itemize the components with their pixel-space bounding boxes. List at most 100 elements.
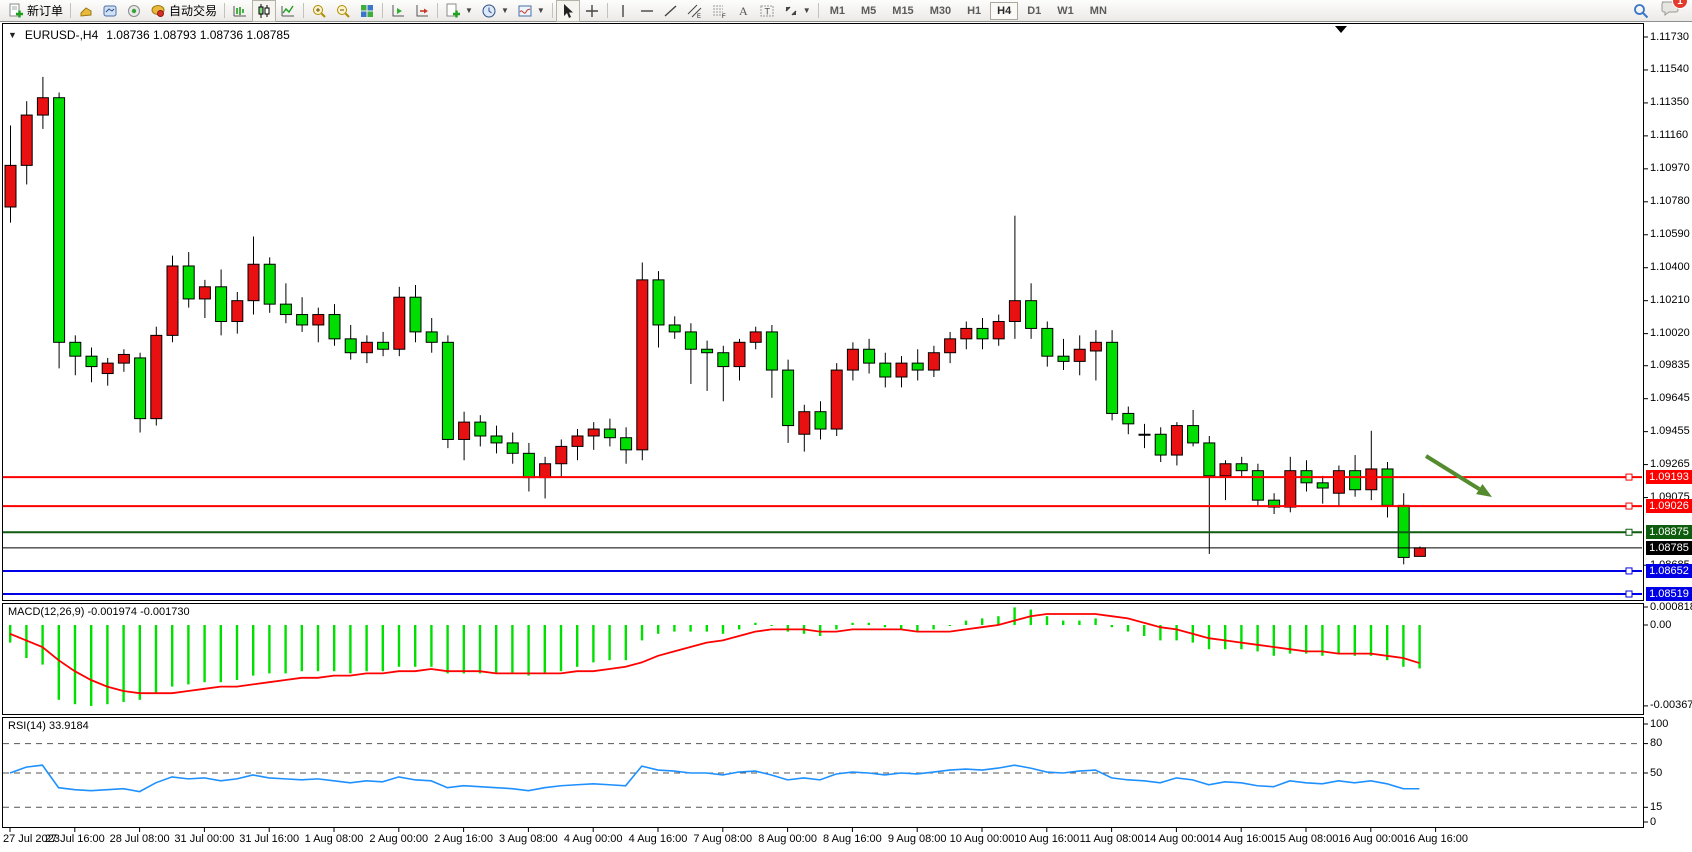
trendline-icon — [663, 3, 679, 19]
zoom-out-button[interactable] — [331, 0, 355, 22]
data-window-button[interactable] — [98, 0, 122, 22]
periods-button[interactable]: ▼ — [477, 0, 513, 22]
price-line-tag: 1.08785 — [1646, 541, 1692, 555]
date-axis-label: 14 Aug 00:00 — [1144, 833, 1209, 845]
timeframe-group: M1M5M15M30H1H4D1W1MN — [822, 2, 1115, 20]
indicators-icon — [517, 3, 533, 19]
date-axis-label: 7 Aug 08:00 — [693, 833, 752, 845]
rsi-axis-tick: 15 — [1650, 801, 1662, 814]
date-axis-label: 27 Jul 16:00 — [45, 833, 105, 845]
timeframe-w1[interactable]: W1 — [1050, 2, 1081, 20]
timeframe-m30[interactable]: M30 — [923, 2, 958, 20]
chart-title[interactable]: ▼ EURUSD-,H4 1.08736 1.08793 1.08736 1.0… — [8, 28, 290, 42]
price-axis-tick: 1.11350 — [1650, 96, 1689, 109]
date-axis-label: 4 Aug 00:00 — [564, 833, 623, 845]
search-icon[interactable] — [1632, 2, 1650, 20]
macd-axis-tick: -0.003677 — [1650, 699, 1692, 712]
timeframe-mn[interactable]: MN — [1083, 2, 1114, 20]
zoom-out-icon — [335, 3, 351, 19]
main-chart-panel[interactable] — [2, 23, 1644, 601]
date-axis-label: 4 Aug 16:00 — [629, 833, 688, 845]
zoom-in-button[interactable] — [307, 0, 331, 22]
autotrade-button[interactable]: 自动交易 — [146, 0, 221, 22]
vertical-line-button[interactable] — [611, 0, 635, 22]
candlestick-button[interactable] — [252, 0, 276, 22]
price-line-tag: 1.09026 — [1646, 499, 1692, 513]
navigator-button[interactable] — [122, 0, 146, 22]
separator — [437, 3, 438, 18]
cursor-button[interactable] — [556, 0, 580, 22]
price-axis-tick: 1.11730 — [1650, 31, 1689, 44]
text-label-button[interactable]: T — [755, 0, 779, 22]
price-axis-tick: 1.08685 — [1650, 559, 1690, 572]
date-axis-label: 8 Aug 00:00 — [758, 833, 817, 845]
price-axis-tick: 1.10020 — [1650, 327, 1690, 340]
autotrade-icon — [150, 3, 166, 19]
date-axis-label: 11 Aug 08:00 — [1080, 833, 1144, 845]
arrows-icon — [783, 3, 799, 19]
symbol-period-label: EURUSD-,H4 — [25, 28, 98, 42]
date-axis-label: 3 Aug 08:00 — [499, 833, 558, 845]
date-axis-label: 10 Aug 00:00 — [950, 833, 1015, 845]
vertical-line-icon — [615, 3, 631, 19]
text-label-icon: T — [759, 3, 775, 19]
price-line-tag: 1.08875 — [1646, 525, 1692, 539]
macd-axis-tick: 0.00 — [1650, 619, 1671, 632]
rsi-panel[interactable] — [2, 717, 1644, 828]
horizontal-line-button[interactable] — [635, 0, 659, 22]
tile-windows-icon — [359, 3, 375, 19]
separator — [224, 3, 225, 18]
trendline-button[interactable] — [659, 0, 683, 22]
chart-shift-icon — [414, 3, 430, 19]
date-axis-label: 15 Aug 08:00 — [1274, 833, 1339, 845]
timeframe-m15[interactable]: M15 — [885, 2, 920, 20]
indicators-button[interactable]: ▼ — [513, 0, 549, 22]
new-template-button[interactable]: ▼ — [441, 0, 477, 22]
rsi-axis-tick: 50 — [1650, 767, 1662, 780]
data-window-icon — [102, 3, 118, 19]
timeframe-m1[interactable]: M1 — [823, 2, 852, 20]
ohlc-values: 1.08736 1.08793 1.08736 1.08785 — [106, 28, 290, 42]
channel-button[interactable]: E — [683, 0, 707, 22]
market-watch-button[interactable] — [74, 0, 98, 22]
price-axis-tick: 1.10970 — [1650, 162, 1690, 175]
chart-dropdown-icon[interactable]: ▼ — [8, 30, 17, 40]
timeframe-m5[interactable]: M5 — [854, 2, 883, 20]
macd-panel[interactable] — [2, 603, 1644, 715]
timeframe-d1[interactable]: D1 — [1020, 2, 1048, 20]
text-button[interactable]: A — [731, 0, 755, 22]
price-line-tag: 1.08652 — [1646, 564, 1692, 578]
new-order-button[interactable]: 新订单 — [4, 0, 67, 22]
date-axis-label: 31 Jul 00:00 — [174, 833, 234, 845]
price-axis-tick: 1.09645 — [1650, 392, 1690, 405]
chart-shift-button[interactable] — [410, 0, 434, 22]
chat-button[interactable]: 1 — [1660, 0, 1680, 22]
timeframe-h4[interactable]: H4 — [990, 2, 1018, 20]
separator — [552, 3, 553, 18]
line-chart-button[interactable] — [276, 0, 300, 22]
text-icon: A — [735, 3, 751, 19]
new-order-icon — [8, 3, 24, 19]
separator — [303, 3, 304, 18]
periods-icon — [481, 3, 497, 19]
price-axis-tick: 1.10780 — [1650, 195, 1690, 208]
separator — [382, 3, 383, 18]
auto-scroll-icon — [390, 3, 406, 19]
price-axis-tick: 1.10210 — [1650, 294, 1690, 307]
rsi-axis-tick: 0 — [1650, 816, 1656, 829]
date-axis-label: 16 Aug 16:00 — [1403, 833, 1468, 845]
crosshair-icon — [584, 3, 600, 19]
arrows-button[interactable]: ▼ — [779, 0, 815, 22]
market-watch-icon — [78, 3, 94, 19]
new-order-label: 新订单 — [27, 2, 63, 19]
bar-chart-button[interactable] — [228, 0, 252, 22]
svg-text:A: A — [739, 4, 748, 18]
tile-windows-button[interactable] — [355, 0, 379, 22]
cursor-icon — [560, 3, 576, 19]
crosshair-button[interactable] — [580, 0, 604, 22]
timeframe-h1[interactable]: H1 — [960, 2, 988, 20]
separator — [607, 3, 608, 18]
price-axis-tick: 1.11160 — [1650, 129, 1688, 142]
fibonacci-button[interactable]: F — [707, 0, 731, 22]
auto-scroll-button[interactable] — [386, 0, 410, 22]
